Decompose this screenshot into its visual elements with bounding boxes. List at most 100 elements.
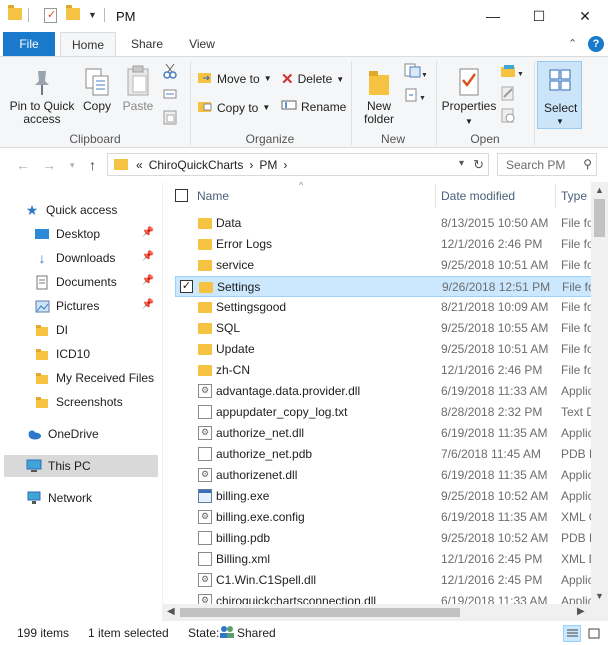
large-icons-view-button[interactable] xyxy=(585,625,603,642)
search-icon[interactable]: ⚲ xyxy=(583,157,592,171)
new-folder-button[interactable]: New folder xyxy=(358,63,400,126)
file-row[interactable]: advantage.data.provider.dll 6/19/2018 11:… xyxy=(175,381,593,402)
file-row[interactable]: authorizenet.dll 6/19/2018 11:35 AM Applic xyxy=(175,465,593,486)
address-dropdown-icon[interactable]: ▾ xyxy=(459,158,464,169)
delete-button[interactable]: ✕ Delete ▼ xyxy=(281,70,344,88)
breadcrumb-separator[interactable]: › xyxy=(249,158,253,172)
column-resize-handle[interactable] xyxy=(435,184,436,208)
scroll-up-arrow-icon[interactable]: ▲ xyxy=(595,185,604,195)
tab-share[interactable]: Share xyxy=(126,32,168,56)
address-bar[interactable]: « ChiroQuickCharts › PM › ▾ ↻ xyxy=(107,153,489,176)
pin-to-quick-access-button[interactable]: Pin to Quick access xyxy=(8,63,76,126)
file-row[interactable]: chiroquickchartsconnection.dll 6/19/2018 … xyxy=(175,591,593,604)
paste-shortcut-icon[interactable] xyxy=(163,109,177,125)
help-icon[interactable]: ? xyxy=(588,36,604,52)
nav-pictures[interactable]: Pictures 📌 xyxy=(34,295,160,317)
dll-file-icon xyxy=(198,594,212,604)
history-icon[interactable] xyxy=(500,107,516,123)
file-row[interactable]: billing.pdb 9/25/2018 10:52 AM PDB F xyxy=(175,528,593,549)
nav-icd10[interactable]: ICD10 xyxy=(34,343,160,365)
file-row[interactable]: ✓ Settings 9/26/2018 12:51 PM File fo xyxy=(175,276,594,297)
easy-access-icon[interactable]: ▼ xyxy=(404,87,426,103)
vertical-scroll-thumb[interactable] xyxy=(594,199,605,237)
search-input[interactable] xyxy=(498,154,576,175)
minimize-button[interactable]: — xyxy=(470,0,516,32)
rename-button[interactable]: Rename xyxy=(281,99,346,114)
file-row[interactable]: authorize_net.pdb 7/6/2018 11:45 AM PDB F xyxy=(175,444,593,465)
customize-quick-access-dropdown[interactable]: ▼ xyxy=(88,10,97,20)
pin-icon[interactable]: 📌 xyxy=(142,227,154,238)
nav-desktop[interactable]: Desktop 📌 xyxy=(34,223,160,245)
nav-this-pc[interactable]: This PC xyxy=(4,455,158,477)
nav-screenshots[interactable]: Screenshots xyxy=(34,391,160,413)
breadcrumb-pm[interactable]: PM xyxy=(259,158,277,172)
column-date-modified[interactable]: Date modified xyxy=(441,189,515,203)
scroll-left-arrow-icon[interactable]: ◀ xyxy=(167,606,175,617)
breadcrumb-chiroquickcharts[interactable]: ChiroQuickCharts xyxy=(149,158,244,172)
file-row[interactable]: appupdater_copy_log.txt 8/28/2018 2:32 PM… xyxy=(175,402,593,423)
file-row[interactable]: SQL 9/25/2018 10:55 AM File fo xyxy=(175,318,593,339)
up-arrow-icon[interactable]: ↑ xyxy=(89,157,96,173)
back-arrow-icon[interactable]: ← xyxy=(16,157,30,173)
properties-button[interactable]: Properties ▼ xyxy=(442,63,496,128)
file-row[interactable]: Settingsgood 8/21/2018 10:09 AM File fo xyxy=(175,297,593,318)
new-item-icon[interactable]: ▼ xyxy=(404,63,426,79)
recent-locations-chevron-icon[interactable]: ▾ xyxy=(70,160,75,171)
scroll-down-arrow-icon[interactable]: ▼ xyxy=(595,591,604,601)
nav-documents[interactable]: Documents 📌 xyxy=(34,271,160,293)
file-row[interactable]: billing.exe.config 6/19/2018 11:35 AM XML … xyxy=(175,507,593,528)
search-box[interactable]: ⚲ xyxy=(497,153,597,176)
new-folder-quick-icon[interactable] xyxy=(66,5,80,20)
file-row[interactable]: C1.Win.C1Spell.dll 12/1/2016 2:45 PM Appli… xyxy=(175,570,593,591)
nav-onedrive[interactable]: OneDrive xyxy=(26,423,160,445)
nav-quick-access[interactable]: ★ Quick access xyxy=(24,199,154,221)
tab-home[interactable]: Home xyxy=(60,32,116,57)
cut-icon[interactable] xyxy=(163,63,177,79)
select-button[interactable]: Select ▼ xyxy=(537,61,582,129)
refresh-icon[interactable]: ↻ xyxy=(473,157,484,173)
pin-icon[interactable]: 📌 xyxy=(142,299,154,310)
breadcrumb-overflow[interactable]: « xyxy=(136,158,143,172)
tab-file[interactable]: File xyxy=(3,32,55,56)
copy-to-button[interactable]: Copy to ▼ xyxy=(197,99,270,116)
paste-button[interactable]: Paste xyxy=(120,63,156,113)
file-row[interactable]: Billing.xml 12/1/2016 2:45 PM XML D xyxy=(175,549,593,570)
file-row[interactable]: billing.exe 9/25/2018 10:52 AM Applic xyxy=(175,486,593,507)
file-name: zh-CN xyxy=(216,363,251,377)
pin-icon[interactable]: 📌 xyxy=(142,275,154,286)
breadcrumb-separator[interactable]: › xyxy=(283,158,287,172)
edit-icon[interactable] xyxy=(500,85,516,101)
file-row[interactable]: Error Logs 12/1/2016 2:46 PM File fo xyxy=(175,234,593,255)
column-resize-handle[interactable] xyxy=(555,184,556,208)
properties-quick-icon[interactable] xyxy=(44,8,57,23)
nav-downloads[interactable]: ↓ Downloads 📌 xyxy=(34,247,160,269)
nav-network[interactable]: Network xyxy=(26,487,160,509)
copy-icon xyxy=(84,63,110,97)
horizontal-scroll-thumb[interactable] xyxy=(180,608,460,617)
copy-button[interactable]: Copy xyxy=(80,63,114,113)
nav-my-received-files[interactable]: My Received Files xyxy=(34,367,160,389)
row-checkbox[interactable]: ✓ xyxy=(180,280,193,293)
pin-icon[interactable]: 📌 xyxy=(142,251,154,262)
file-row[interactable]: service 9/25/2018 10:51 AM File fo xyxy=(175,255,593,276)
tab-view[interactable]: View xyxy=(182,32,222,56)
vertical-scrollbar[interactable]: ▲ ▼ xyxy=(591,182,608,604)
file-row[interactable]: authorize_net.dll 6/19/2018 11:35 AM Appli… xyxy=(175,423,593,444)
file-row[interactable]: Update 9/25/2018 10:51 AM File fo xyxy=(175,339,593,360)
move-to-button[interactable]: Move to ▼ xyxy=(197,70,272,87)
select-all-checkbox[interactable] xyxy=(175,189,188,202)
forward-arrow-icon[interactable]: → xyxy=(42,157,56,173)
details-view-button[interactable] xyxy=(563,625,581,642)
scroll-right-arrow-icon[interactable]: ▶ xyxy=(577,606,585,617)
column-name[interactable]: Name xyxy=(197,189,229,203)
nav-di[interactable]: DI xyxy=(34,319,160,341)
minimize-ribbon-chevron-icon[interactable]: ⌃ xyxy=(568,37,577,50)
maximize-button[interactable]: ☐ xyxy=(516,0,562,32)
file-row[interactable]: Data 8/13/2015 10:50 AM File fo xyxy=(175,213,593,234)
copy-path-icon[interactable] xyxy=(163,88,177,100)
file-row[interactable]: zh-CN 12/1/2016 2:46 PM File fo xyxy=(175,360,593,381)
open-with-icon[interactable]: ▼ xyxy=(500,63,524,79)
column-type[interactable]: Type xyxy=(561,189,587,203)
close-button[interactable]: ✕ xyxy=(562,0,608,32)
horizontal-scrollbar[interactable]: ◀ ▶ xyxy=(163,604,591,621)
